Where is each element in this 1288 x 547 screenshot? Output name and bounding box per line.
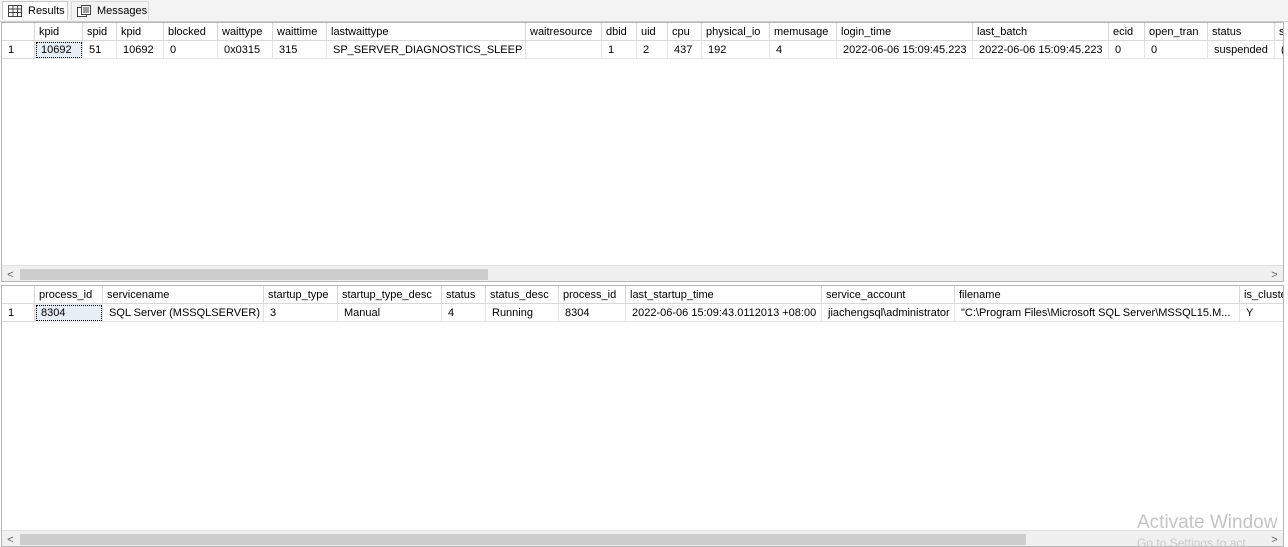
table-cell[interactable]: Y: [1240, 304, 1283, 322]
column-header[interactable]: ecid: [1109, 23, 1145, 41]
table-cell[interactable]: 0: [1145, 41, 1208, 59]
row-header-corner[interactable]: [2, 286, 35, 304]
column-header[interactable]: process_id: [35, 286, 103, 304]
horizontal-scrollbar[interactable]: < >: [2, 265, 1283, 281]
column-header[interactable]: blocked: [164, 23, 218, 41]
table-cell[interactable]: 8304: [559, 304, 626, 322]
column-header[interactable]: status: [1208, 23, 1275, 41]
table-cell[interactable]: 0x0315: [218, 41, 273, 59]
column-header[interactable]: waitresource: [526, 23, 602, 41]
column-header[interactable]: waittype: [218, 23, 273, 41]
table-cell[interactable]: suspended: [1208, 41, 1275, 59]
column-header[interactable]: spid: [83, 23, 117, 41]
column-header[interactable]: memusage: [770, 23, 837, 41]
table-cell[interactable]: 0: [164, 41, 218, 59]
row-number[interactable]: 1: [2, 41, 35, 59]
table-cell[interactable]: 10692: [35, 41, 83, 59]
table-cell[interactable]: [526, 41, 602, 59]
table-cell[interactable]: 192: [702, 41, 770, 59]
activate-windows-watermark: Activate Window: [1137, 512, 1278, 533]
table-cell[interactable]: 2: [637, 41, 668, 59]
scrollbar-thumb[interactable]: [20, 534, 1026, 545]
column-header[interactable]: servicename: [103, 286, 264, 304]
column-header[interactable]: cpu: [668, 23, 702, 41]
tab-results[interactable]: Results: [2, 1, 68, 20]
table-cell[interactable]: SP_SERVER_DIAGNOSTICS_SLEEP: [327, 41, 526, 59]
column-header[interactable]: startup_type_desc: [338, 286, 442, 304]
table-cell[interactable]: 8304: [35, 304, 103, 322]
column-header[interactable]: dbid: [602, 23, 637, 41]
horizontal-scrollbar[interactable]: < >: [2, 530, 1283, 546]
table-cell[interactable]: 2022-06-06 15:09:43.0112013 +08:00: [626, 304, 822, 322]
tab-results-label: Results: [28, 4, 65, 17]
column-header[interactable]: status_desc: [486, 286, 559, 304]
messages-icon: [77, 5, 91, 17]
table-cell[interactable]: jiachengsql\administrator: [822, 304, 955, 322]
table-cell[interactable]: 0: [1109, 41, 1145, 59]
table-cell[interactable]: SQL Server (MSSQLSERVER): [103, 304, 264, 322]
table-cell[interactable]: Manual: [338, 304, 442, 322]
table-cell[interactable]: 315: [273, 41, 327, 59]
column-header[interactable]: is_cluste: [1240, 286, 1283, 304]
column-header[interactable]: startup_type: [264, 286, 338, 304]
scrollbar-thumb[interactable]: [20, 269, 488, 280]
table-cell[interactable]: 3: [264, 304, 338, 322]
activate-windows-subtext: Go to Settings to act: [1137, 536, 1246, 547]
results-tab-bar: Results Messages: [0, 0, 1288, 22]
scroll-left-arrow-icon[interactable]: <: [2, 531, 19, 546]
column-header[interactable]: filename: [955, 286, 1240, 304]
column-header[interactable]: service_account: [822, 286, 955, 304]
table-cell[interactable]: 10692: [117, 41, 164, 59]
table-cell[interactable]: 2022-06-06 15:09:45.223: [837, 41, 973, 59]
column-header[interactable]: waittime: [273, 23, 327, 41]
column-header[interactable]: last_batch: [973, 23, 1109, 41]
table-cell[interactable]: 437: [668, 41, 702, 59]
results-grid-1: kpid spid kpid blocked waittype waittime…: [1, 22, 1284, 282]
column-header[interactable]: physical_io: [702, 23, 770, 41]
column-header[interactable]: s: [1275, 23, 1283, 41]
table-cell[interactable]: 51: [83, 41, 117, 59]
scroll-left-arrow-icon[interactable]: <: [2, 266, 19, 281]
scroll-right-arrow-icon[interactable]: >: [1266, 266, 1283, 281]
column-header[interactable]: open_tran: [1145, 23, 1208, 41]
column-header[interactable]: login_time: [837, 23, 973, 41]
table-cell[interactable]: 1: [602, 41, 637, 59]
column-header[interactable]: kpid: [117, 23, 164, 41]
tab-messages-label: Messages: [97, 5, 148, 17]
table-cell[interactable]: 4: [770, 41, 837, 59]
table-cell[interactable]: "C:\Program Files\Microsoft SQL Server\M…: [955, 304, 1240, 322]
table-cell[interactable]: (: [1275, 41, 1283, 59]
column-header[interactable]: status: [442, 286, 486, 304]
table-cell[interactable]: 4: [442, 304, 486, 322]
table-cell[interactable]: Running: [486, 304, 559, 322]
column-header[interactable]: process_id: [559, 286, 626, 304]
results-grid-2: process_id servicename startup_type star…: [1, 285, 1284, 547]
row-number[interactable]: 1: [2, 304, 35, 322]
tab-messages[interactable]: Messages: [71, 1, 149, 20]
column-header[interactable]: uid: [637, 23, 668, 41]
column-header[interactable]: last_startup_time: [626, 286, 822, 304]
grid-table-icon: [8, 4, 22, 17]
column-header[interactable]: lastwaittype: [327, 23, 526, 41]
row-header-corner[interactable]: [2, 23, 35, 41]
column-header[interactable]: kpid: [35, 23, 83, 41]
table-cell[interactable]: 2022-06-06 15:09:45.223: [973, 41, 1109, 59]
